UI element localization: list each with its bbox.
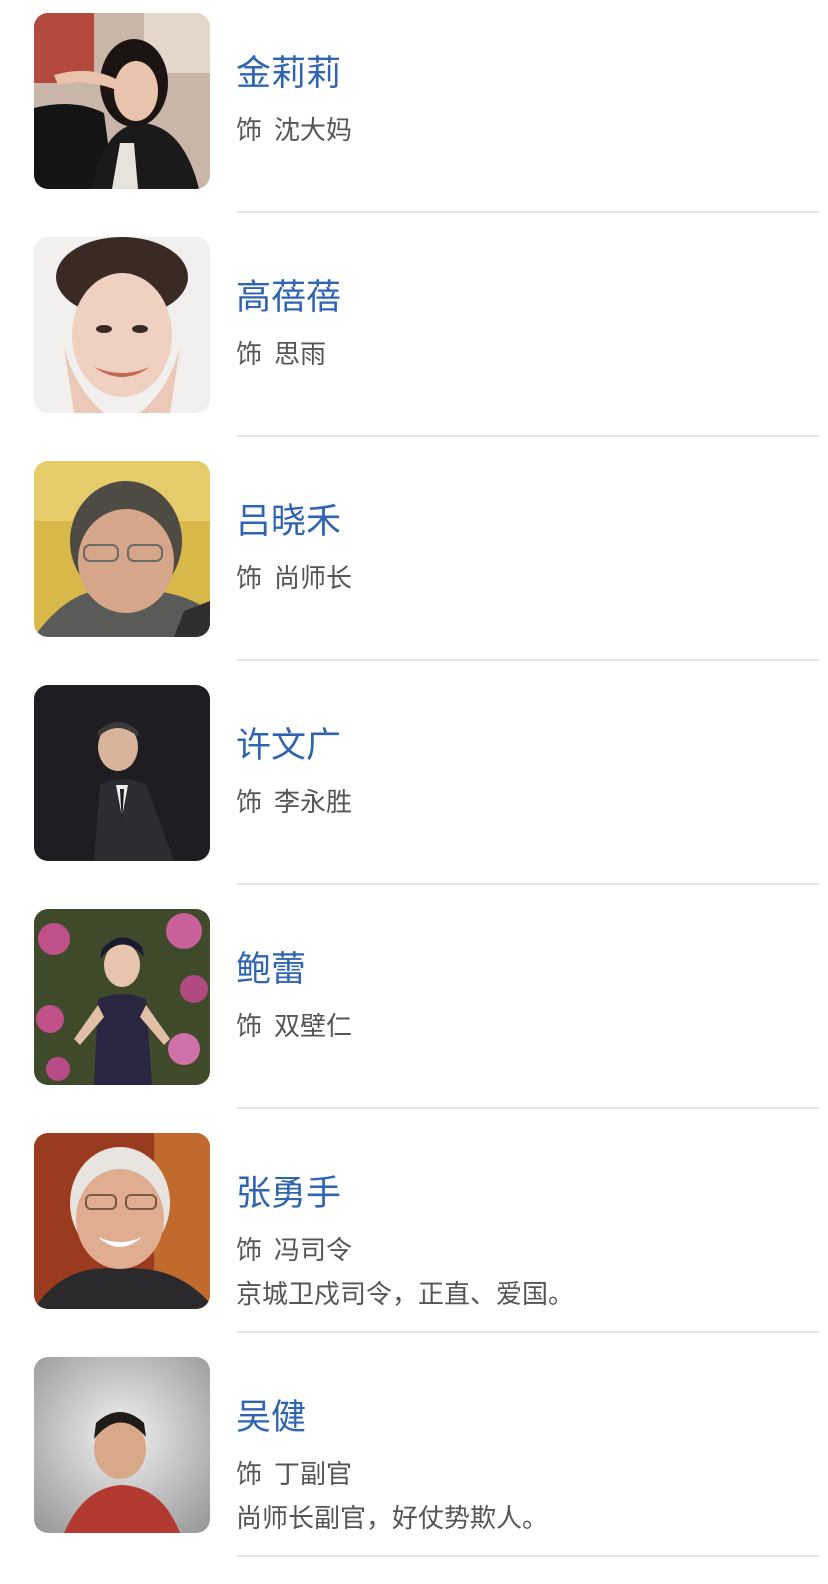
actor-name[interactable]: 吴健	[236, 1396, 306, 1440]
role-name: 沈大妈	[274, 116, 353, 146]
actor-photo[interactable]	[34, 237, 210, 413]
actor-photo[interactable]	[34, 1133, 210, 1309]
cast-item[interactable]: 吕晓禾 饰尚师长	[0, 448, 828, 672]
role-line: 饰双壁仁	[236, 1010, 352, 1044]
role-prefix: 饰	[236, 1012, 263, 1042]
actor-photo[interactable]	[34, 461, 210, 637]
actor-photo[interactable]	[34, 909, 210, 1085]
role-prefix: 饰	[236, 564, 263, 594]
role-prefix: 饰	[236, 340, 263, 370]
role-prefix: 饰	[236, 116, 263, 146]
divider	[236, 435, 820, 437]
actor-name[interactable]: 张勇手	[236, 1172, 341, 1216]
role-name: 思雨	[274, 340, 327, 370]
divider	[236, 1331, 820, 1333]
role-name: 李永胜	[274, 788, 353, 818]
actor-name[interactable]: 高蓓蓓	[236, 276, 341, 320]
divider	[236, 659, 820, 661]
actor-name[interactable]: 吕晓禾	[236, 500, 341, 544]
actor-photo[interactable]	[34, 685, 210, 861]
role-line: 饰思雨	[236, 338, 326, 372]
actor-photo[interactable]	[34, 13, 210, 189]
role-prefix: 饰	[236, 1236, 263, 1266]
role-name: 冯司令	[274, 1236, 353, 1266]
role-line: 饰尚师长	[236, 562, 352, 596]
cast-item[interactable]: 鲍蕾 饰双壁仁	[0, 896, 828, 1120]
role-line: 饰冯司令	[236, 1234, 352, 1268]
cast-item[interactable]: 许文广 饰李永胜	[0, 672, 828, 896]
divider	[236, 1107, 820, 1109]
role-prefix: 饰	[236, 1460, 263, 1490]
role-name: 双壁仁	[274, 1012, 353, 1042]
role-description: 尚师长副官，好仗势欺人。	[236, 1504, 549, 1534]
role-description: 京城卫戍司令，正直、爱国。	[236, 1280, 575, 1310]
divider	[236, 211, 820, 213]
divider	[236, 883, 820, 885]
divider	[236, 1555, 820, 1557]
role-line: 饰沈大妈	[236, 114, 352, 148]
actor-name[interactable]: 鲍蕾	[236, 948, 306, 992]
role-line: 饰李永胜	[236, 786, 352, 820]
cast-item[interactable]: 高蓓蓓 饰思雨	[0, 224, 828, 448]
cast-item[interactable]: 金莉莉 饰沈大妈	[0, 0, 828, 224]
actor-name[interactable]: 金莉莉	[236, 52, 341, 96]
actor-photo[interactable]	[34, 1357, 210, 1533]
actor-name[interactable]: 许文广	[236, 724, 341, 768]
cast-item[interactable]: 张勇手 饰冯司令 京城卫戍司令，正直、爱国。	[0, 1120, 828, 1344]
cast-item[interactable]: 吴健 饰丁副官 尚师长副官，好仗势欺人。	[0, 1344, 828, 1568]
role-prefix: 饰	[236, 788, 263, 818]
role-name: 尚师长	[274, 564, 353, 594]
role-line: 饰丁副官	[236, 1458, 352, 1492]
role-name: 丁副官	[274, 1460, 353, 1490]
